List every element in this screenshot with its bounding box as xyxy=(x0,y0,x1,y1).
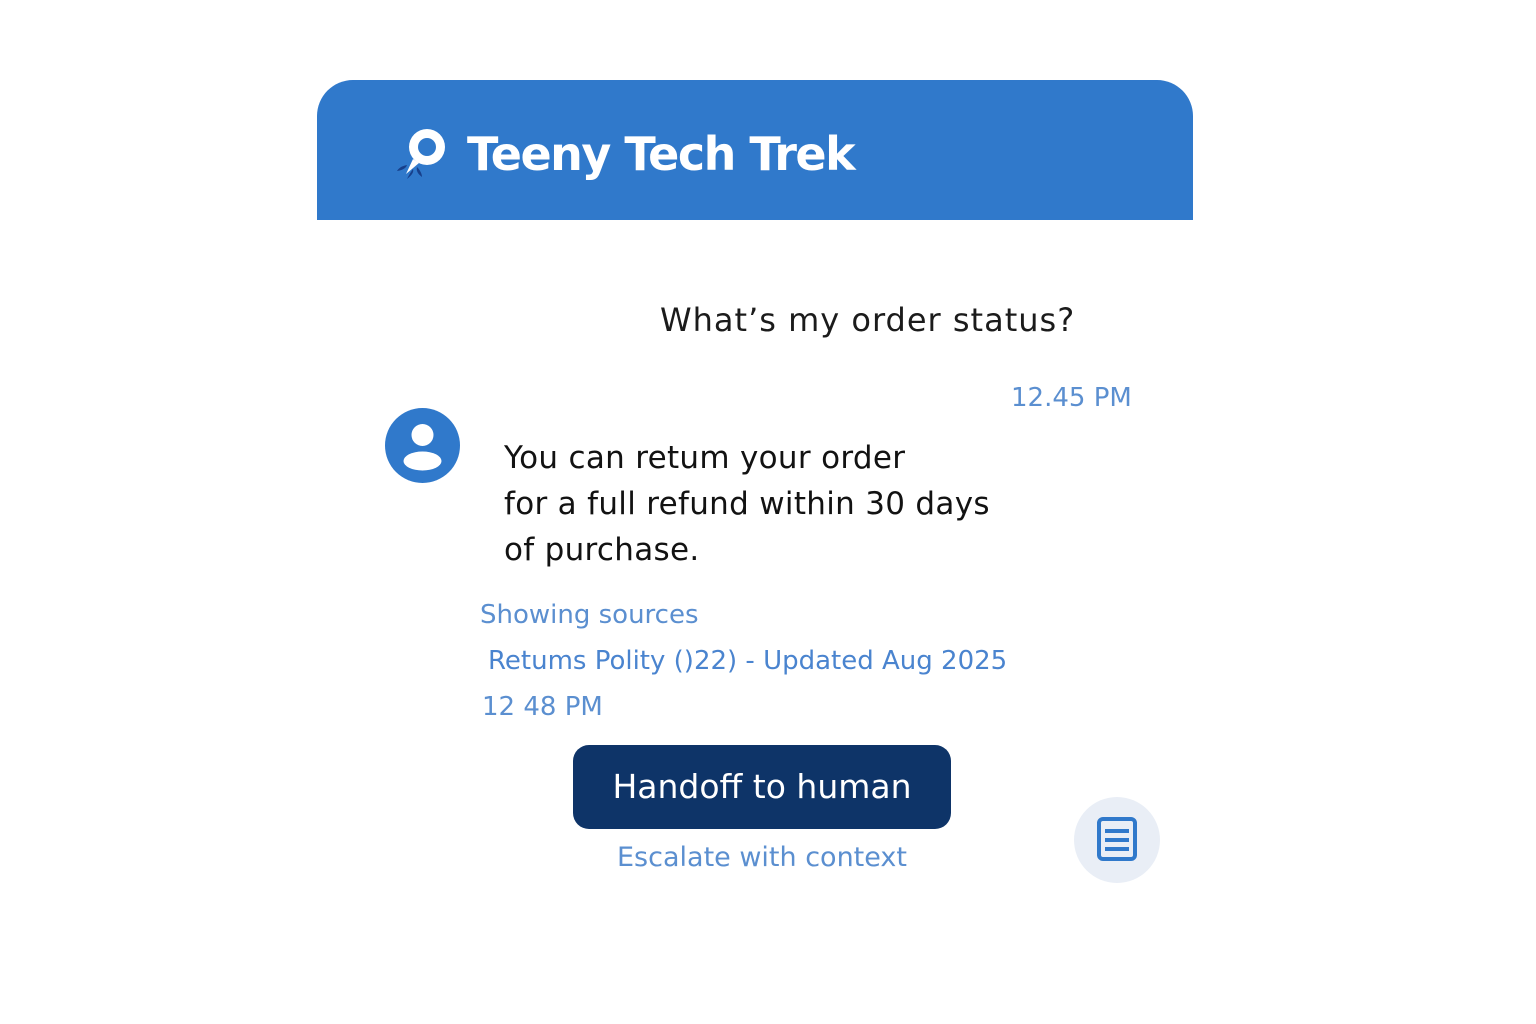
chat-window: Teeny Tech Trek What’s my order status? … xyxy=(317,80,1193,930)
bot-message-line: for a full refund within 30 days xyxy=(504,486,990,522)
source-link[interactable]: Retums Polity ()22) - Updated Aug 2025 xyxy=(488,644,1007,678)
chat-bubble-leaf-logo-icon xyxy=(393,124,449,180)
document-icon[interactable] xyxy=(1074,797,1160,883)
app-title: Teeny Tech Trek xyxy=(467,127,856,181)
chat-header: Teeny Tech Trek xyxy=(317,80,1193,220)
bot-message: You can retum your order for a full refu… xyxy=(504,435,1024,573)
escalate-with-context-link[interactable]: Escalate with context xyxy=(573,839,951,877)
user-message-timestamp: 12.45 PM xyxy=(1011,383,1132,413)
bot-message-timestamp: 12 48 PM xyxy=(482,692,603,722)
sources-label: Showing sources xyxy=(480,600,699,630)
bot-message-line: of purchase. xyxy=(504,532,700,568)
user-avatar-icon xyxy=(385,408,460,483)
handoff-to-human-button[interactable]: Handoff to human xyxy=(573,745,951,829)
user-message: What’s my order status? xyxy=(660,301,1076,339)
bot-message-line: You can retum your order xyxy=(504,440,906,476)
page: Teeny Tech Trek What’s my order status? … xyxy=(0,0,1536,1024)
